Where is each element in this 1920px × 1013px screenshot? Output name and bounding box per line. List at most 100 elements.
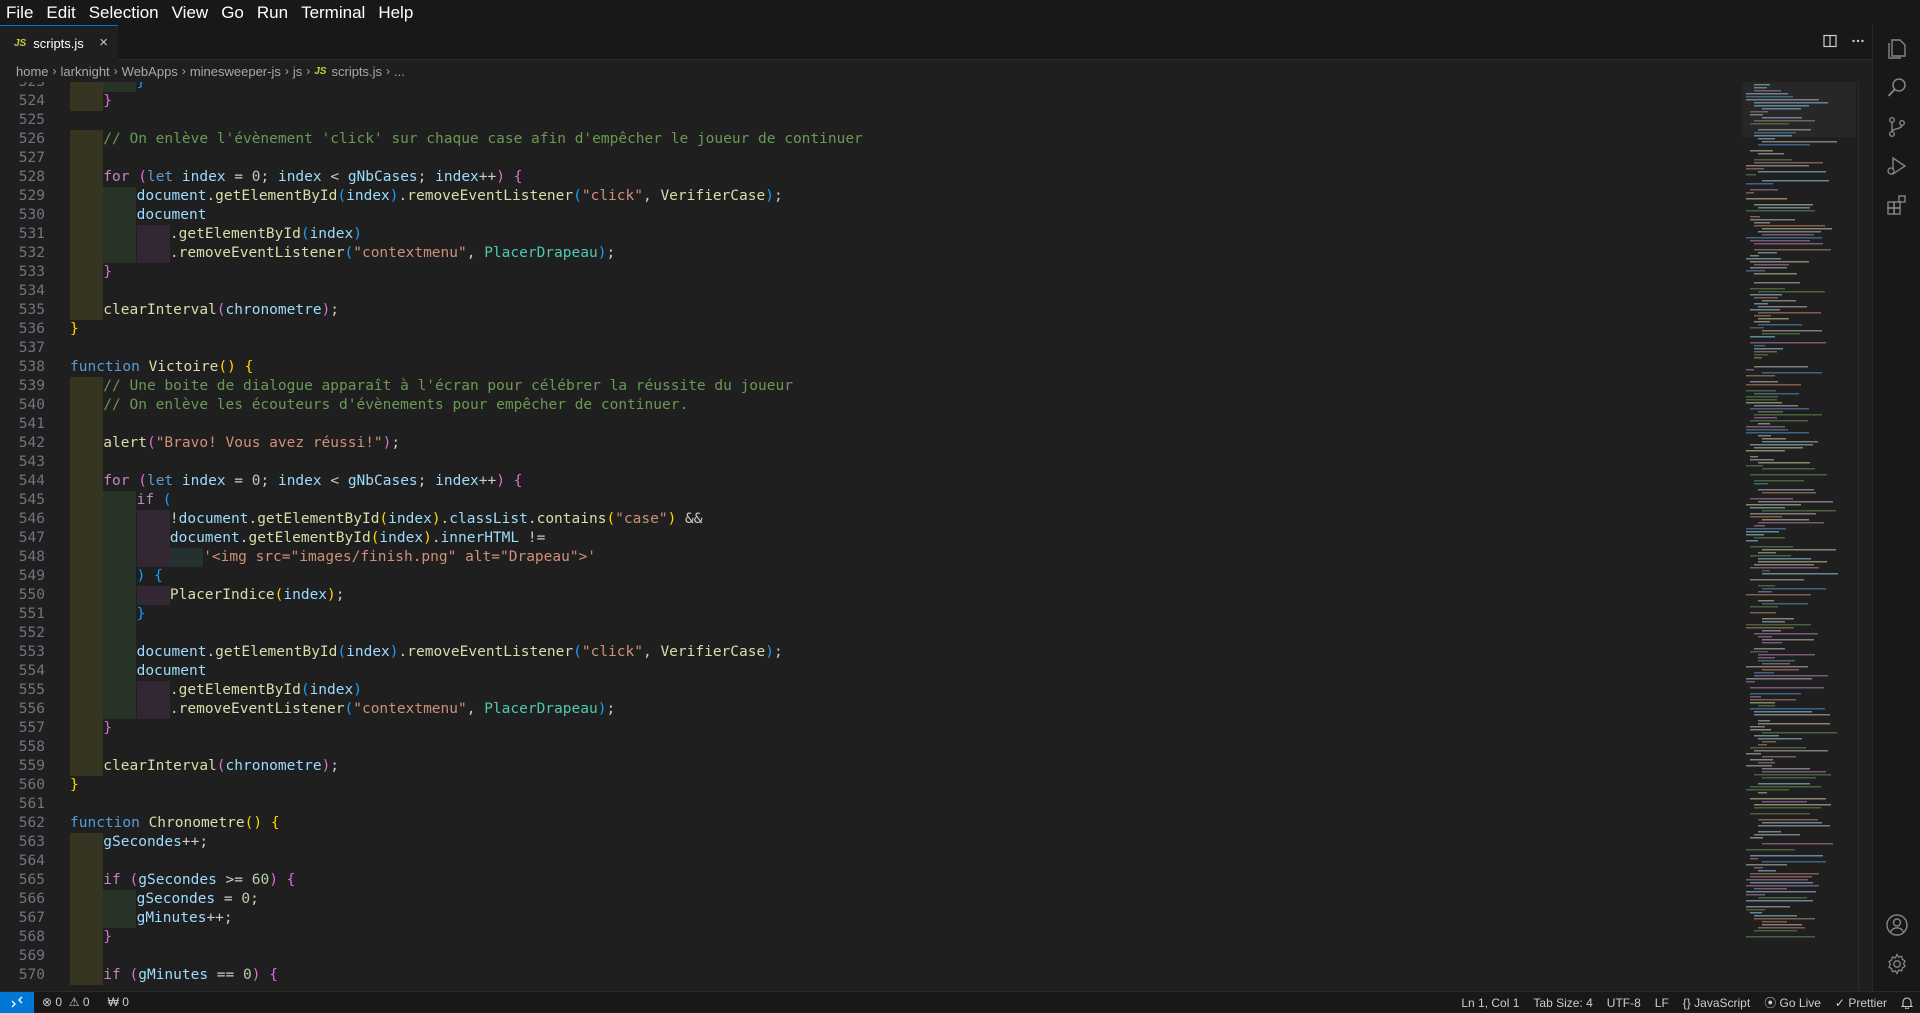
menu-selection[interactable]: Selection bbox=[83, 0, 166, 25]
explorer-icon[interactable] bbox=[1885, 37, 1909, 61]
tab-size[interactable]: Tab Size: 4 bbox=[1533, 996, 1592, 1010]
menu-run[interactable]: Run bbox=[251, 0, 295, 25]
indent-guide bbox=[103, 548, 137, 567]
breadcrumb-webapps[interactable]: WebApps bbox=[122, 64, 178, 79]
menu-terminal[interactable]: Terminal bbox=[295, 0, 372, 25]
code-line[interactable]: 564 bbox=[0, 852, 1742, 871]
code-line[interactable]: 534 bbox=[0, 282, 1742, 301]
code-line[interactable]: 563 gSecondes++; bbox=[0, 833, 1742, 852]
code-line[interactable]: 551} bbox=[0, 605, 1742, 624]
code-line[interactable]: 540 // On enlève les écouteurs d'évènemen… bbox=[0, 396, 1742, 415]
code-line[interactable]: 530 document bbox=[0, 206, 1742, 225]
code-line[interactable]: 558 bbox=[0, 738, 1742, 757]
breadcrumb-larknight[interactable]: larknight bbox=[61, 64, 110, 79]
code-line[interactable]: 550 PlacerIndice(index); bbox=[0, 586, 1742, 605]
indent-guide bbox=[103, 586, 137, 605]
breadcrumb-minesweeper-js[interactable]: minesweeper-js bbox=[190, 64, 281, 79]
code-line[interactable]: 566 gSecondes = 0; bbox=[0, 890, 1742, 909]
code-line[interactable]: 544 for (let index = 0; index < gNbCases;… bbox=[0, 472, 1742, 491]
remote-icon[interactable] bbox=[0, 991, 34, 1013]
line-number: 559 bbox=[18, 758, 45, 774]
code-line[interactable]: 527 bbox=[0, 149, 1742, 168]
run-debug-icon[interactable] bbox=[1885, 154, 1909, 178]
minimap-slider[interactable] bbox=[1742, 82, 1856, 137]
code-line[interactable]: 543 bbox=[0, 453, 1742, 472]
indent-guide bbox=[70, 130, 103, 149]
code-line[interactable]: 559 clearInterval(chronometre); bbox=[0, 757, 1742, 776]
language-mode[interactable]: {} JavaScript bbox=[1683, 996, 1750, 1010]
go-live-button[interactable]: ⦿ Go Live bbox=[1764, 994, 1821, 1011]
code-line[interactable]: 570 if (gMinutes == 0) { bbox=[0, 966, 1742, 985]
cursor-position[interactable]: Ln 1, Col 1 bbox=[1461, 996, 1519, 1010]
code-line[interactable]: 532 .removeEventListener("contextmenu", P… bbox=[0, 244, 1742, 263]
breadcrumb-js[interactable]: js bbox=[293, 64, 302, 79]
code-line[interactable]: 547 document.getElementById(index).innerH… bbox=[0, 529, 1742, 548]
code-line[interactable]: 536} bbox=[0, 320, 1742, 339]
code-line[interactable]: 557} bbox=[0, 719, 1742, 738]
editor-actions bbox=[1816, 25, 1872, 60]
indent-guide bbox=[70, 149, 103, 168]
breadcrumb-home[interactable]: home bbox=[16, 64, 49, 79]
code-editor[interactable]: 523} 524} 525 526// On enlève l'évènement '… bbox=[0, 82, 1742, 991]
code-line[interactable]: 533} bbox=[0, 263, 1742, 282]
settings-gear-icon[interactable] bbox=[1885, 952, 1909, 976]
code-line[interactable]: 541 bbox=[0, 415, 1742, 434]
code-line[interactable]: 555 .getElementById(index) bbox=[0, 681, 1742, 700]
breadcrumb-scripts-js[interactable]: scripts.js bbox=[331, 64, 382, 79]
line-number: 525 bbox=[18, 112, 45, 128]
notifications-bell-icon[interactable] bbox=[1901, 996, 1913, 1009]
code-line[interactable]: 545 if ( bbox=[0, 491, 1742, 510]
code-line[interactable]: 556 .removeEventListener("contextmenu", P… bbox=[0, 700, 1742, 719]
code-line[interactable]: 529 document.getElementById(index).remove… bbox=[0, 187, 1742, 206]
indent-guide bbox=[103, 643, 137, 662]
close-icon[interactable]: × bbox=[99, 34, 108, 51]
tab-scripts-js[interactable]: JS scripts.js × bbox=[0, 25, 118, 60]
menu-file[interactable]: File bbox=[0, 0, 40, 25]
ports-status[interactable]: ₩ 0 bbox=[108, 995, 129, 1009]
code-line[interactable]: 523} bbox=[0, 82, 1742, 92]
indent-guide bbox=[70, 377, 103, 396]
menu-go[interactable]: Go bbox=[215, 0, 251, 25]
menu-edit[interactable]: Edit bbox=[40, 0, 82, 25]
code-line[interactable]: 528 for (let index = 0; index < gNbCases;… bbox=[0, 168, 1742, 187]
code-line[interactable]: 537 bbox=[0, 339, 1742, 358]
code-line[interactable]: 535 clearInterval(chronometre); bbox=[0, 301, 1742, 320]
problems-status[interactable]: ⊗ 0 ⚠ 0 bbox=[42, 995, 90, 1009]
indent-guide bbox=[70, 434, 103, 453]
code-line[interactable]: 560} bbox=[0, 776, 1742, 795]
code-line[interactable]: 567 gMinutes++; bbox=[0, 909, 1742, 928]
code-line[interactable]: 562 function Chronometre() { bbox=[0, 814, 1742, 833]
code-line[interactable]: 552 bbox=[0, 624, 1742, 643]
code-line[interactable]: 561 bbox=[0, 795, 1742, 814]
source-control-icon[interactable] bbox=[1885, 115, 1909, 139]
split-editor-icon[interactable] bbox=[1816, 34, 1844, 52]
more-actions-icon[interactable] bbox=[1844, 34, 1872, 52]
account-icon[interactable] bbox=[1885, 913, 1909, 937]
end-of-line[interactable]: LF bbox=[1655, 996, 1669, 1010]
code-line[interactable]: 531 .getElementById(index) bbox=[0, 225, 1742, 244]
line-number: 567 bbox=[18, 910, 45, 926]
code-line[interactable]: 539 // Une boite de dialogue apparaît à l… bbox=[0, 377, 1742, 396]
code-line[interactable]: 526 // On enlève l'évènement 'click' sur … bbox=[0, 130, 1742, 149]
code-line[interactable]: 565 if (gSecondes >= 60) { bbox=[0, 871, 1742, 890]
vertical-scrollbar[interactable] bbox=[1858, 82, 1872, 991]
file-encoding[interactable]: UTF-8 bbox=[1607, 996, 1641, 1010]
code-line[interactable]: 525 bbox=[0, 111, 1742, 130]
code-line[interactable]: 538 function Victoire() { bbox=[0, 358, 1742, 377]
code-line[interactable]: 546 !document.getElementById(index).class… bbox=[0, 510, 1742, 529]
minimap[interactable] bbox=[1742, 82, 1856, 991]
code-line[interactable]: 554 document bbox=[0, 662, 1742, 681]
code-line[interactable]: 524} bbox=[0, 92, 1742, 111]
menu-help[interactable]: Help bbox=[372, 0, 420, 25]
code-line[interactable]: 568} bbox=[0, 928, 1742, 947]
prettier-button[interactable]: ✓ Prettier bbox=[1835, 996, 1887, 1010]
menu-view[interactable]: View bbox=[166, 0, 216, 25]
code-line[interactable]: 569 bbox=[0, 947, 1742, 966]
code-line[interactable]: 553 document.getElementById(index).remove… bbox=[0, 643, 1742, 662]
breadcrumb-symbols[interactable]: ... bbox=[394, 64, 405, 79]
extensions-icon[interactable] bbox=[1885, 193, 1909, 217]
code-line[interactable]: 549) { bbox=[0, 567, 1742, 586]
code-line[interactable]: 548 '<img src="images/finish.png" alt="Dr… bbox=[0, 548, 1742, 567]
code-line[interactable]: 542 alert("Bravo! Vous avez réussi!"); bbox=[0, 434, 1742, 453]
search-icon[interactable] bbox=[1885, 76, 1909, 100]
